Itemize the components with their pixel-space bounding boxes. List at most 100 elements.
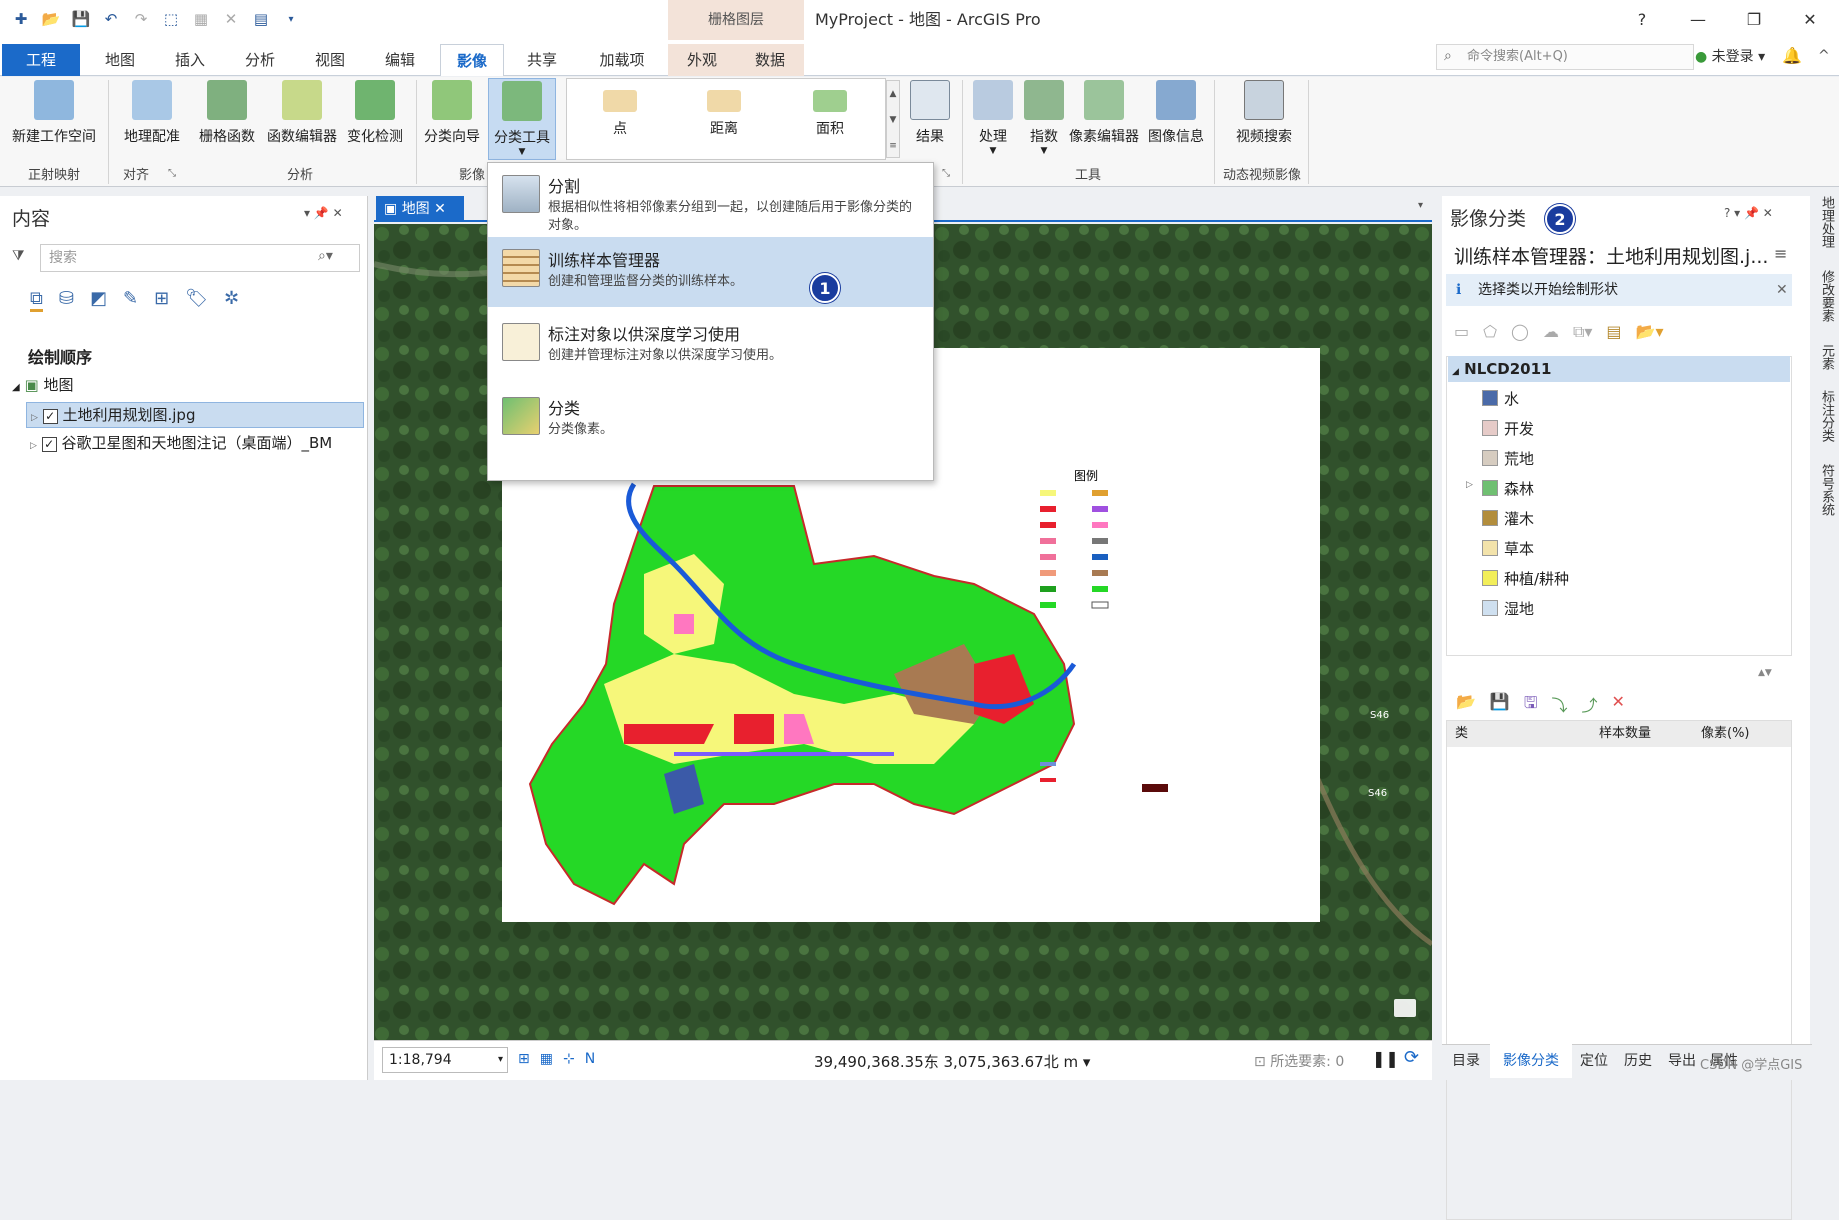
menu-item-classify[interactable]: 分类 分类像素。: [488, 385, 933, 457]
tab-analysis[interactable]: 分析: [230, 44, 290, 76]
menu-item-training-samples-manager[interactable]: 训练样本管理器 创建和管理监督分类的训练样本。: [488, 237, 933, 307]
circle-icon[interactable]: ◯: [1511, 322, 1529, 342]
data-source-icon[interactable]: ⛁: [59, 288, 74, 312]
results-button[interactable]: 结果: [904, 80, 956, 160]
command-search-input[interactable]: 命令搜索(Alt+Q): [1436, 44, 1694, 70]
login-status[interactable]: ● 未登录 ▾: [1695, 44, 1765, 70]
classification-wizard-button[interactable]: 分类向导: [420, 80, 484, 160]
dialog-launcher-icon[interactable]: ⤡: [942, 168, 950, 179]
image-info-button[interactable]: 图像信息: [1144, 80, 1208, 160]
open-folder-icon[interactable]: 📂▾: [1636, 322, 1664, 342]
gallery-scroll[interactable]: ▲ ▼ ≡: [886, 80, 900, 158]
measure-area-button[interactable]: 面积: [800, 90, 860, 170]
snapping-icon[interactable]: ⊞: [154, 288, 169, 312]
side-tab-symbology[interactable]: 符号系统: [1817, 464, 1836, 516]
tab-image-classification[interactable]: 影像分类: [1490, 1044, 1572, 1078]
class-item-water[interactable]: 水: [1482, 388, 1519, 409]
layer-item-landuse[interactable]: ▷ ✓ 土地利用规划图.jpg: [26, 402, 364, 428]
menu-item-segmentation[interactable]: 分割 根据相似性将相邻像素分组到一起，以创建随后用于影像分类的对象。: [488, 163, 933, 235]
class-item-developed[interactable]: 开发: [1482, 418, 1534, 439]
close-button[interactable]: ✕: [1782, 0, 1838, 40]
layer-item-basemap[interactable]: ▷ ✓ 谷歌卫星图和天地图注记（桌面端）_BM: [26, 432, 332, 453]
delete-icon[interactable]: ✕: [218, 6, 244, 32]
save-as-icon[interactable]: 🖫: [1524, 692, 1538, 719]
pane-controls[interactable]: ? ▾ 📌 ✕: [1724, 206, 1773, 220]
delete-sample-icon[interactable]: ✕: [1612, 692, 1625, 719]
polygon-icon[interactable]: ⬠: [1483, 322, 1497, 342]
function-editor-button[interactable]: 函数编辑器: [262, 80, 342, 160]
layer-checkbox[interactable]: ✓: [41, 437, 57, 452]
close-tab-icon[interactable]: ✕: [434, 201, 446, 217]
tab-edit[interactable]: 编辑: [370, 44, 430, 76]
filter-icon[interactable]: ⧩: [12, 248, 25, 264]
menu-icon[interactable]: ≡: [1774, 244, 1787, 263]
splitter-arrows-icon[interactable]: ▲▼: [1758, 668, 1772, 678]
map-node[interactable]: ◢ ▣ 地图: [12, 374, 73, 395]
rectangle-icon[interactable]: ▭: [1454, 322, 1469, 342]
refresh-icon[interactable]: ⟳: [1404, 1047, 1419, 1068]
measure-point-button[interactable]: 点: [590, 90, 650, 170]
process-button[interactable]: 处理 ▼: [966, 80, 1020, 160]
drawing-order-icon[interactable]: ⧉: [30, 288, 43, 312]
raster-functions-button[interactable]: 栅格函数: [194, 80, 260, 160]
georeference-button[interactable]: 地理配准: [110, 80, 194, 160]
tab-export[interactable]: 导出: [1660, 1044, 1704, 1078]
map-view-tab[interactable]: ▣ 地图 ✕: [376, 196, 464, 222]
class-item-barren[interactable]: 荒地: [1482, 448, 1534, 469]
view-menu-chevron-icon[interactable]: ▾: [1418, 200, 1423, 211]
tab-data[interactable]: 数据: [736, 44, 804, 76]
new-workspace-button[interactable]: 新建工作空间: [4, 80, 104, 160]
side-tab-elements[interactable]: 元素: [1817, 344, 1836, 370]
side-tab-label-classes[interactable]: 标注分类: [1817, 390, 1836, 442]
pane-menu-icon[interactable]: ▾ 📌 ✕: [304, 206, 343, 220]
menu-item-label-objects[interactable]: 标注对象以供深度学习使用 创建并管理标注对象以供深度学习使用。: [488, 311, 933, 383]
pixel-editor-button[interactable]: 像素编辑器: [1064, 80, 1144, 160]
redo-icon[interactable]: ↷: [128, 6, 154, 32]
freehand-icon[interactable]: ☁: [1543, 322, 1559, 342]
restore-button[interactable]: ❐: [1726, 0, 1782, 40]
new-project-icon[interactable]: ✚: [8, 6, 34, 32]
classification-tools-button[interactable]: 分类工具 ▼: [488, 78, 556, 160]
col-pixel-percent[interactable]: 像素(%): [1701, 721, 1750, 747]
tab-insert[interactable]: 插入: [160, 44, 220, 76]
merge-icon[interactable]: ⤴: [1582, 692, 1598, 719]
col-class[interactable]: 类: [1455, 721, 1468, 747]
class-item-shrub[interactable]: 灌木: [1482, 508, 1534, 529]
class-item-forest[interactable]: ▷ 森林: [1466, 478, 1534, 499]
side-tab-geoprocessing[interactable]: 地理处理: [1817, 196, 1836, 248]
save-icon[interactable]: 💾: [68, 6, 94, 32]
side-tab-modify-features[interactable]: 修改要素: [1817, 270, 1836, 322]
tab-imagery[interactable]: 影像: [440, 44, 504, 76]
minimize-button[interactable]: —: [1670, 0, 1726, 40]
tab-addins[interactable]: 加载项: [582, 44, 662, 76]
measure-distance-button[interactable]: 距离: [694, 90, 754, 170]
tab-locate[interactable]: 定位: [1572, 1044, 1616, 1078]
open-folder-icon[interactable]: 📂: [38, 6, 64, 32]
indices-button[interactable]: 指数 ▼: [1020, 80, 1068, 160]
chat-icon[interactable]: [1394, 999, 1416, 1017]
select-icon[interactable]: ⬚: [158, 6, 184, 32]
north-arrow-icon[interactable]: N: [585, 1051, 595, 1067]
tab-view[interactable]: 视图: [300, 44, 360, 76]
col-sample-count[interactable]: 样本数量: [1599, 721, 1651, 747]
labeling-icon[interactable]: 🏷: [185, 288, 208, 312]
tab-share[interactable]: 共享: [512, 44, 572, 76]
fixed-zoom-icon[interactable]: ⊞: [518, 1051, 530, 1067]
snap-icon[interactable]: ⊹: [563, 1051, 575, 1067]
change-detection-button[interactable]: 变化检测: [342, 80, 408, 160]
new-schema-icon[interactable]: ▤: [1606, 322, 1621, 342]
tab-map[interactable]: 地图: [90, 44, 150, 76]
selection-icon[interactable]: ◩: [90, 288, 107, 312]
help-icon[interactable]: ?: [1614, 0, 1670, 40]
class-item-herbaceous[interactable]: 草本: [1482, 538, 1534, 559]
video-search-button[interactable]: 视频搜索: [1224, 80, 1304, 160]
close-banner-icon[interactable]: ✕: [1776, 274, 1788, 306]
contents-search-input[interactable]: 搜索: [40, 244, 360, 272]
scale-select[interactable]: 1:18,794 ▾: [382, 1047, 508, 1073]
expand-icon[interactable]: ▷: [1466, 480, 1473, 490]
tab-appearance[interactable]: 外观: [668, 44, 736, 76]
customize-chevron-icon[interactable]: ▾: [278, 6, 304, 32]
undo-icon[interactable]: ↶: [98, 6, 124, 32]
select-segment-icon[interactable]: ⧉▾: [1573, 322, 1592, 342]
grid-icon[interactable]: ▦: [540, 1051, 553, 1067]
